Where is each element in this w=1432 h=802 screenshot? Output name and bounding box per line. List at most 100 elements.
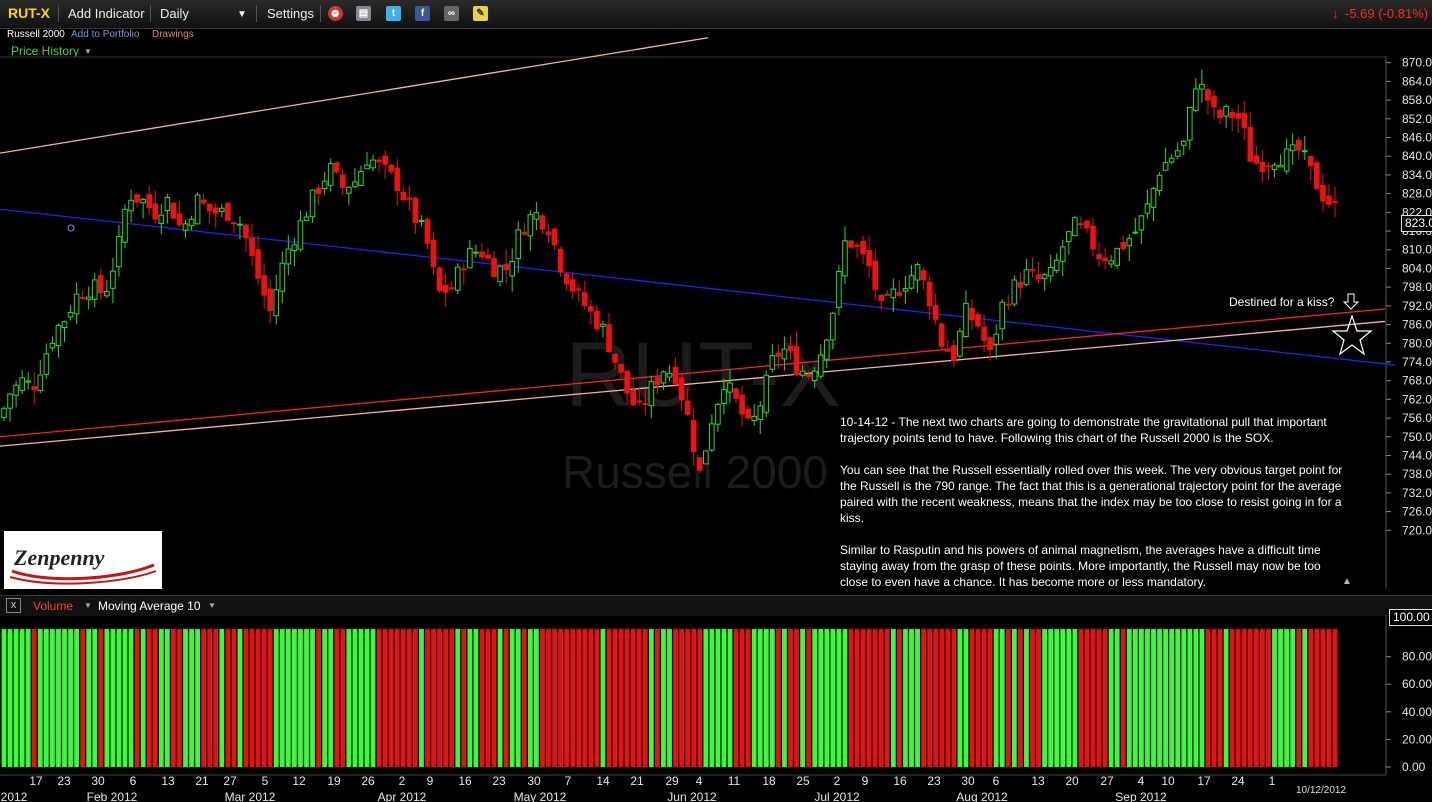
volume-bar	[1078, 629, 1084, 767]
date-tick-label: 19	[327, 774, 341, 788]
volume-bar	[1151, 629, 1156, 767]
candle-body	[358, 171, 364, 186]
candle-body	[836, 270, 842, 309]
commentary-paragraph: Similar to Rasputin and his powers of an…	[840, 543, 1321, 589]
note-icon[interactable]: ✎	[473, 6, 488, 21]
price-change: -5.69 (-0.81%)	[1345, 6, 1429, 21]
volume-bar	[673, 629, 678, 767]
volume-bar	[425, 629, 430, 767]
watermark-name: Russell 2000	[562, 446, 828, 498]
commentary-paragraph: You can see that the Russell essentially…	[840, 463, 1343, 525]
zenpenny-logo: Zenpenny	[4, 531, 162, 589]
candle-body	[969, 307, 975, 321]
volume-bar	[7, 629, 13, 767]
candle-body	[1265, 165, 1272, 168]
candle-body	[412, 197, 419, 224]
candle-body	[648, 380, 655, 407]
volume-bar	[1199, 629, 1205, 767]
volume-bar	[1, 629, 7, 767]
candle-body	[636, 400, 643, 403]
candle-body	[1217, 109, 1223, 118]
candle-body	[219, 207, 225, 213]
print-icon[interactable]: ▤	[356, 6, 371, 21]
candle-body	[793, 346, 800, 375]
candle-body	[37, 374, 44, 391]
candle-body	[479, 251, 485, 258]
chevron-down-icon[interactable]: ▼	[208, 601, 216, 610]
volume-label[interactable]: Volume	[33, 599, 73, 613]
volume-bar	[782, 629, 787, 767]
candle-body	[309, 189, 316, 218]
candle-body	[842, 240, 848, 277]
candle-body	[485, 254, 491, 259]
add-indicator-button[interactable]: Add Indicator	[68, 6, 145, 21]
candle-body	[582, 292, 588, 307]
separator	[58, 5, 59, 22]
volume-bar	[915, 629, 920, 767]
candle-body	[1253, 155, 1260, 164]
volume-bar	[146, 629, 152, 767]
volume-bar	[582, 629, 588, 767]
volume-bar	[419, 629, 424, 767]
candle-body	[926, 281, 933, 307]
volume-bar	[92, 629, 98, 767]
candle-body	[406, 197, 413, 200]
volume-bar	[273, 629, 279, 767]
volume-bar	[1193, 629, 1199, 767]
close-panel-button[interactable]: x	[6, 598, 21, 613]
candle-body	[866, 250, 872, 267]
candle-body	[872, 260, 879, 290]
volume-bar	[267, 629, 273, 767]
alarm-icon[interactable]: ⏰	[328, 6, 343, 21]
volume-bar	[818, 629, 824, 767]
candle-body	[612, 353, 618, 363]
twitter-icon[interactable]: t	[386, 6, 401, 21]
month-label: Apr 2012	[378, 790, 427, 802]
price-tick-label: 840.00	[1402, 149, 1432, 163]
candle-body	[727, 382, 733, 393]
volume-bar	[152, 629, 158, 767]
glasses-icon[interactable]: ∞	[444, 6, 459, 21]
candle-body	[1320, 184, 1326, 202]
price-tick-label: 858.00	[1402, 93, 1432, 107]
volume-bar	[1223, 629, 1229, 767]
trendline-anchor[interactable]	[67, 224, 75, 232]
chevron-down-icon[interactable]: ▼	[84, 601, 92, 610]
candle-body	[1059, 246, 1066, 262]
date-tick-label: 16	[893, 774, 907, 788]
candle-body	[448, 287, 455, 290]
trendline[interactable]	[0, 37, 709, 154]
volume-bar	[231, 629, 237, 767]
volume-bar	[1217, 629, 1223, 767]
candle-body	[563, 273, 570, 285]
interval-select[interactable]: Daily	[160, 6, 189, 21]
month-label: Feb 2012	[87, 790, 138, 802]
candle-body	[1205, 89, 1211, 101]
candle-body	[376, 159, 382, 163]
volume-bar	[213, 629, 219, 767]
volume-bar	[939, 629, 945, 767]
facebook-icon[interactable]: f	[415, 6, 430, 21]
date-tick-label: 26	[361, 774, 375, 788]
candle-body	[25, 380, 31, 383]
candle-body	[1084, 220, 1090, 229]
date-tick-label: 29	[665, 774, 679, 788]
candle-body	[134, 194, 140, 203]
volume-bar	[576, 629, 582, 767]
volume-bar	[999, 629, 1005, 767]
chevron-down-icon[interactable]: ▼	[237, 9, 247, 20]
settings-button[interactable]: Settings	[267, 6, 314, 21]
volume-bar	[757, 629, 763, 767]
volume-bar	[842, 629, 848, 767]
volume-bar	[1296, 629, 1302, 767]
price-tick-label: 744.00	[1402, 448, 1432, 462]
candle-body	[1053, 259, 1060, 271]
moving-average-label[interactable]: Moving Average 10	[98, 599, 201, 613]
date-tick-label: 18	[762, 774, 776, 788]
volume-bar	[981, 629, 987, 767]
date-tick-label: 30	[527, 774, 541, 788]
candle-body	[745, 408, 751, 419]
candle-body	[352, 181, 358, 188]
symbol-label[interactable]: RUT-X	[8, 5, 50, 21]
volume-bar	[546, 629, 551, 767]
